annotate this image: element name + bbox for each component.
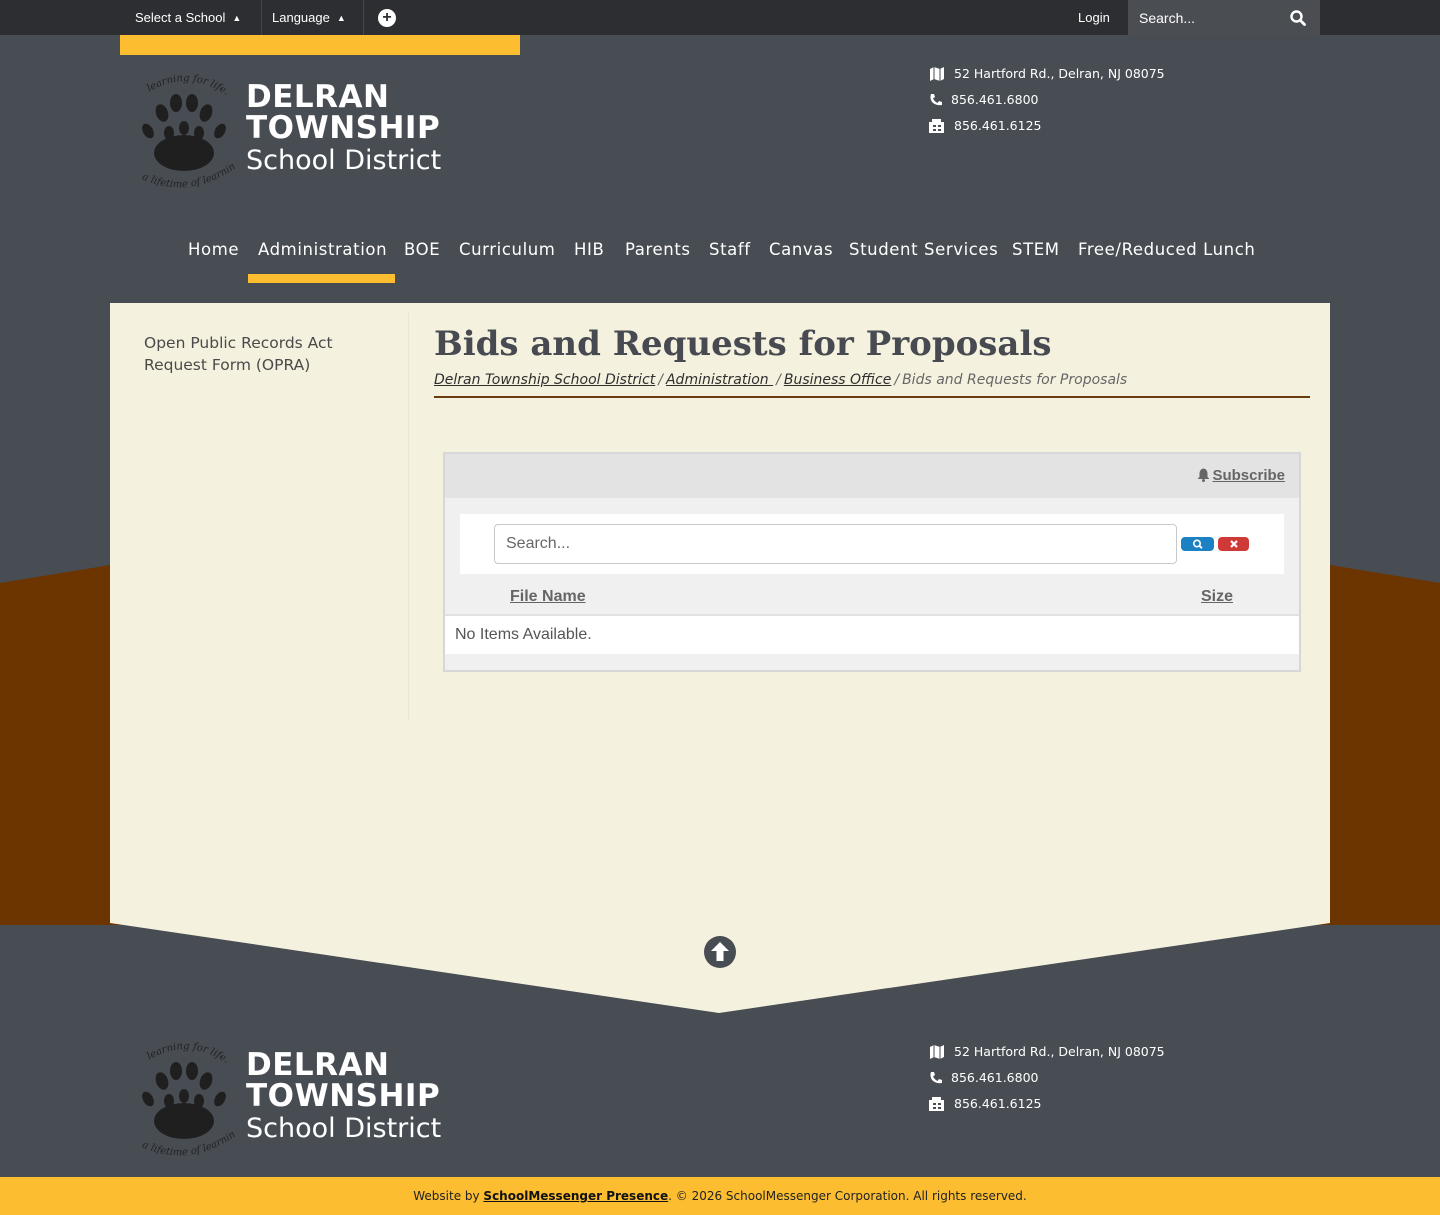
nav-free-reduced-lunch[interactable]: Free/Reduced Lunch bbox=[1078, 240, 1255, 259]
file-search-bar bbox=[460, 514, 1284, 574]
footer-prefix: Website by bbox=[413, 1189, 484, 1203]
sidebar-item-opra[interactable]: Open Public Records Act Request Form (OP… bbox=[144, 332, 394, 376]
footer-vendor-link[interactable]: SchoolMessenger Presence bbox=[483, 1189, 668, 1203]
sidebar: Open Public Records Act Request Form (OP… bbox=[110, 313, 409, 721]
paw-logo-icon: learning for life... a lifetime of learn… bbox=[134, 73, 238, 190]
breadcrumb-link-district[interactable]: Delran Township School District bbox=[434, 372, 655, 388]
address-text: 52 Hartford Rd., Delran, NJ 08075 bbox=[954, 66, 1165, 81]
bell-icon bbox=[1197, 468, 1210, 482]
subscribe-link[interactable]: Subscribe bbox=[1197, 467, 1285, 484]
paw-logo-icon: learning for life... a lifetime of learn… bbox=[134, 1041, 238, 1158]
empty-message: No Items Available. bbox=[455, 626, 592, 643]
header-contact: 52 Hartford Rd., Delran, NJ 08075 856.46… bbox=[929, 61, 1189, 139]
nav-stem[interactable]: STEM bbox=[1012, 240, 1060, 259]
brand-line3: School District bbox=[246, 1113, 442, 1144]
topbar-divider bbox=[261, 0, 262, 35]
content-panel: Open Public Records Act Request Form (OP… bbox=[110, 303, 1330, 1013]
file-search-input[interactable] bbox=[494, 524, 1177, 564]
main-navigation: Home Administration BOE Curriculum HIB P… bbox=[0, 230, 1440, 283]
nav-canvas[interactable]: Canvas bbox=[769, 240, 833, 259]
search-icon[interactable] bbox=[1289, 9, 1307, 27]
contact-fax[interactable]: 856.461.6125 bbox=[929, 1091, 1189, 1117]
breadcrumb-current: Bids and Requests for Proposals bbox=[902, 372, 1128, 388]
topbar-divider bbox=[363, 0, 364, 35]
district-logo[interactable]: learning for life... a lifetime of learn… bbox=[134, 73, 441, 203]
contact-phone[interactable]: 856.461.6800 bbox=[929, 1065, 1189, 1091]
breadcrumb-link-administration[interactable]: Administration bbox=[666, 372, 773, 388]
nav-curriculum[interactable]: Curriculum bbox=[459, 240, 555, 259]
phone-text: 856.461.6800 bbox=[951, 92, 1039, 107]
brand-line2: TOWNSHIP bbox=[246, 110, 441, 146]
nav-staff[interactable]: Staff bbox=[709, 240, 751, 259]
contact-phone[interactable]: 856.461.6800 bbox=[929, 87, 1189, 113]
column-header-file-name[interactable]: File Name bbox=[510, 588, 586, 606]
phone-text: 856.461.6800 bbox=[951, 1070, 1039, 1085]
file-search-button[interactable] bbox=[1181, 537, 1214, 551]
page-title: Bids and Requests for Proposals bbox=[434, 324, 1052, 364]
fax-icon bbox=[929, 1097, 944, 1111]
breadcrumb-separator: / bbox=[658, 372, 663, 388]
footer-contact: 52 Hartford Rd., Delran, NJ 08075 856.46… bbox=[929, 1039, 1189, 1117]
map-icon bbox=[930, 1045, 944, 1059]
login-link[interactable]: Login bbox=[1078, 0, 1110, 35]
nav-boe[interactable]: BOE bbox=[404, 240, 440, 259]
brand-line3: School District bbox=[246, 145, 442, 176]
svg-text:learning for life...: learning for life... bbox=[134, 73, 231, 98]
footer-credits: Website by SchoolMessenger Presence. © 2… bbox=[0, 1177, 1440, 1215]
caret-updown-icon: ▲︎ bbox=[232, 13, 242, 23]
fax-text: 856.461.6125 bbox=[954, 1096, 1042, 1111]
file-list-widget: Subscribe File Name Size No Items Availa… bbox=[443, 452, 1301, 672]
seal-top-text: learning for life... bbox=[134, 1041, 231, 1066]
breadcrumb-separator: / bbox=[894, 372, 900, 388]
nav-parents[interactable]: Parents bbox=[625, 240, 691, 259]
nav-hib[interactable]: HIB bbox=[574, 240, 604, 259]
phone-icon bbox=[930, 1072, 942, 1084]
header-accent-strip bbox=[120, 35, 520, 55]
address-text: 52 Hartford Rd., Delran, NJ 08075 bbox=[954, 1044, 1165, 1059]
fax-text: 856.461.6125 bbox=[954, 118, 1042, 133]
brand-line2: TOWNSHIP bbox=[246, 1078, 441, 1114]
select-school-label: Select a School bbox=[135, 10, 226, 25]
nav-active-indicator bbox=[248, 274, 395, 283]
utility-bar: Select a School ▲︎ Language ▲︎ + Login bbox=[0, 0, 1440, 35]
language-dropdown[interactable]: Language ▲︎ bbox=[272, 0, 346, 35]
contact-address[interactable]: 52 Hartford Rd., Delran, NJ 08075 bbox=[929, 61, 1189, 87]
close-icon bbox=[1229, 540, 1238, 548]
file-clear-button[interactable] bbox=[1218, 537, 1249, 551]
table-row: No Items Available. bbox=[445, 614, 1299, 654]
footer-district-logo[interactable]: learning for life... a lifetime of learn… bbox=[134, 1041, 441, 1171]
nav-home[interactable]: Home bbox=[188, 240, 239, 259]
contact-address[interactable]: 52 Hartford Rd., Delran, NJ 08075 bbox=[929, 1039, 1189, 1065]
phone-icon bbox=[930, 94, 942, 106]
nav-student-services[interactable]: Student Services bbox=[849, 240, 998, 259]
breadcrumb-link-business-office[interactable]: Business Office bbox=[784, 372, 892, 388]
site-search bbox=[1128, 0, 1320, 35]
map-icon bbox=[930, 67, 944, 81]
file-list-header: Subscribe bbox=[445, 454, 1299, 498]
seal-top-text: learning for life... bbox=[134, 73, 231, 98]
fax-icon bbox=[929, 119, 944, 133]
footer-copyright: . © 2026 SchoolMessenger Corporation. Al… bbox=[668, 1189, 1027, 1203]
search-icon bbox=[1192, 539, 1203, 549]
breadcrumb-separator: / bbox=[776, 372, 781, 388]
select-school-dropdown[interactable]: Select a School ▲︎ bbox=[135, 0, 241, 35]
column-header-size[interactable]: Size bbox=[1201, 588, 1233, 606]
contact-fax[interactable]: 856.461.6125 bbox=[929, 113, 1189, 139]
arrow-up-circle-icon[interactable] bbox=[703, 935, 737, 969]
breadcrumb: Delran Township School District / Administ… bbox=[434, 372, 1310, 398]
svg-text:learning for life...: learning for life... bbox=[134, 1041, 231, 1066]
subscribe-label: Subscribe bbox=[1212, 467, 1285, 484]
site-search-input[interactable] bbox=[1128, 0, 1278, 35]
language-label: Language bbox=[272, 10, 330, 25]
caret-updown-icon: ▲︎ bbox=[336, 13, 346, 23]
nav-administration[interactable]: Administration bbox=[258, 240, 387, 259]
plus-circle-icon[interactable]: + bbox=[378, 9, 396, 27]
